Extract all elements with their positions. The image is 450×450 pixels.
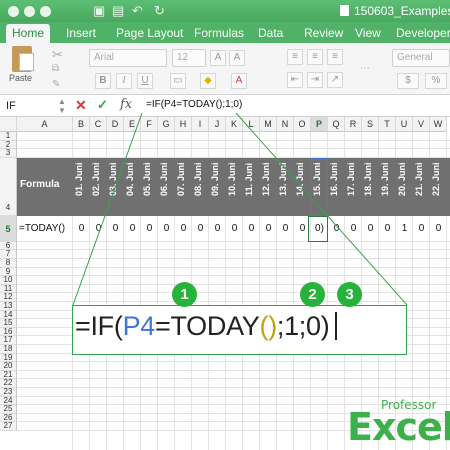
step-badge-1: 1 xyxy=(172,282,197,307)
formula-part-today: =TODAY xyxy=(155,311,260,341)
logo-big-text: Excel xyxy=(347,405,450,449)
professor-excel-logo: Professor Excel xyxy=(347,398,450,449)
step-badge-3: 3 xyxy=(337,282,362,307)
formula-parens: () xyxy=(259,311,278,341)
formula-ref-p4: P4 xyxy=(122,311,156,341)
formula-part-args: ;1;0) xyxy=(276,311,330,341)
formula-part-if: =IF( xyxy=(75,311,123,341)
zoomed-formula: =IF(P4=TODAY();1;0) xyxy=(75,311,338,342)
callout-connector-lines xyxy=(72,112,408,306)
step-badge-2: 2 xyxy=(300,282,325,307)
text-cursor xyxy=(335,312,338,340)
formula-zoom-callout: =IF(P4=TODAY();1;0) xyxy=(72,305,407,355)
